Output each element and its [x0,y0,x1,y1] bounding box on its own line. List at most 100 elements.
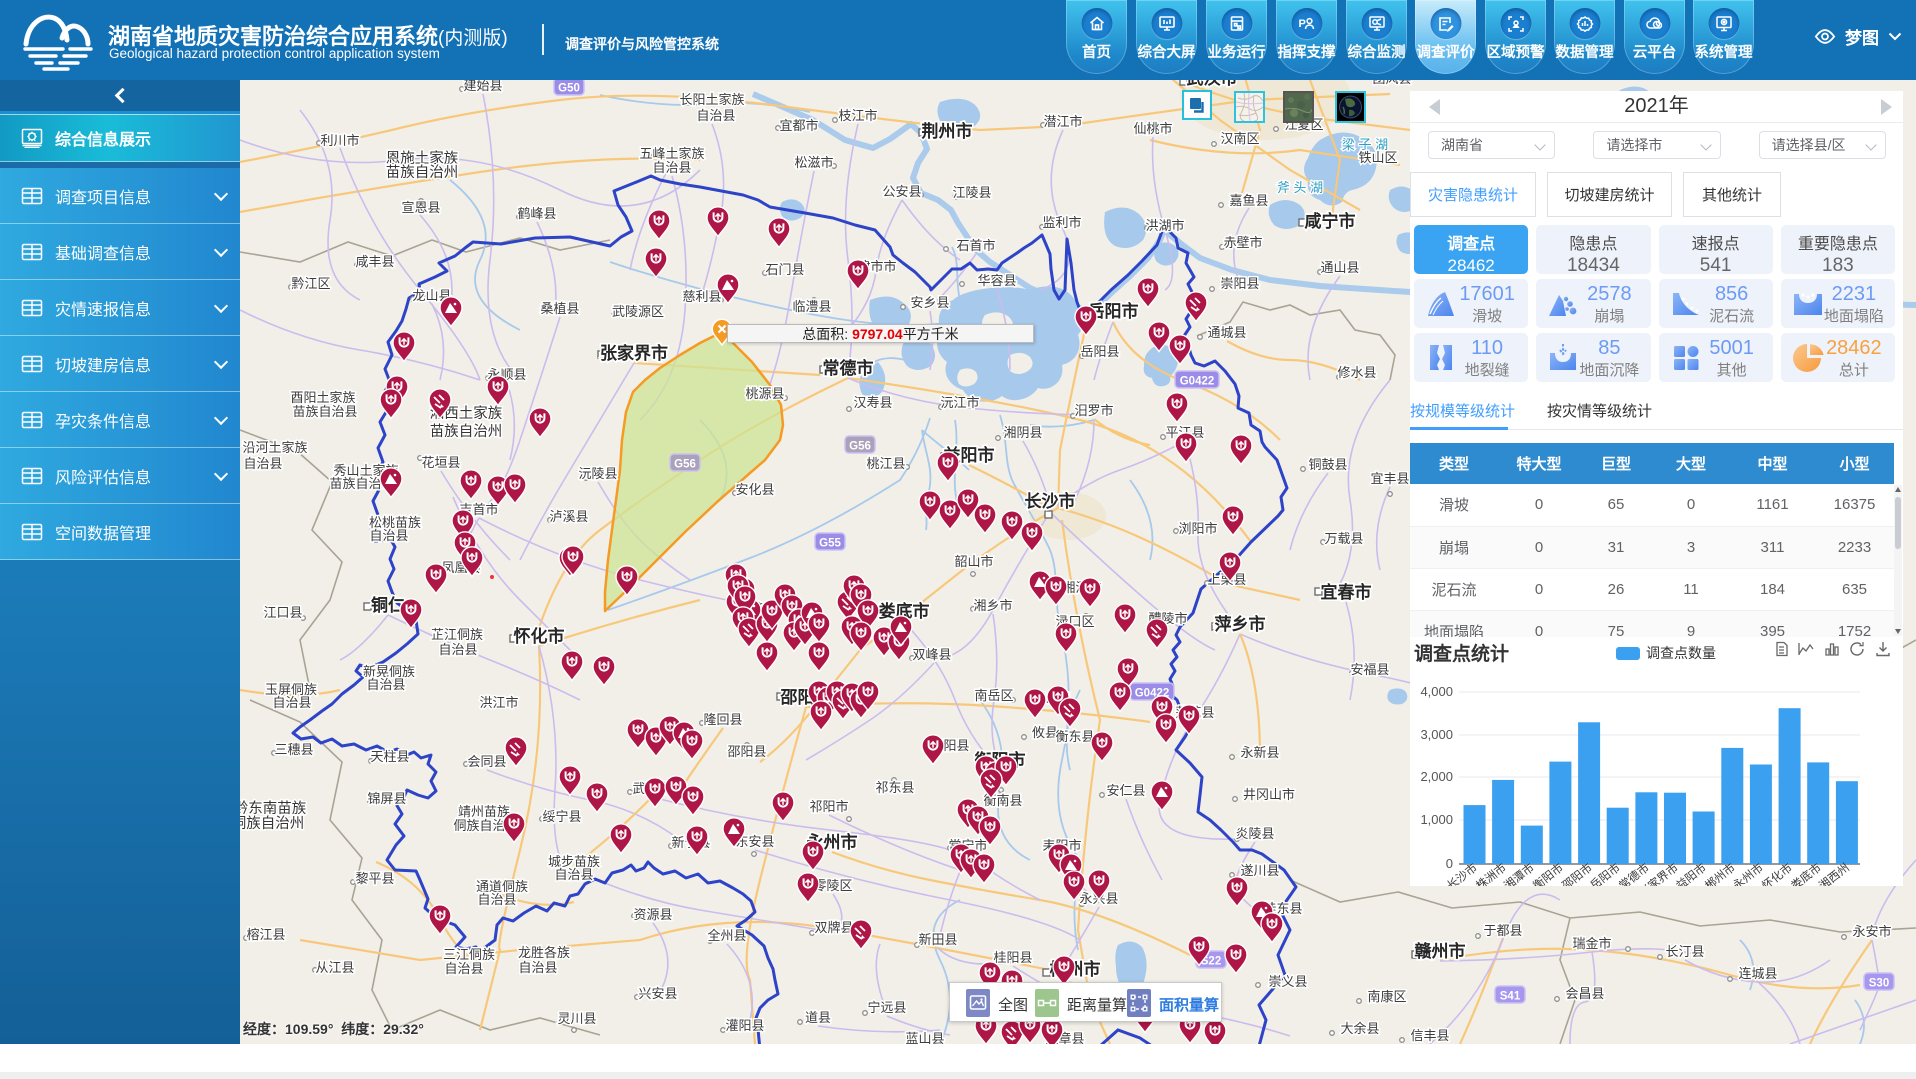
svg-text:常德市: 常德市 [823,358,874,378]
svg-text:炎陵县: 炎陵县 [1235,826,1274,841]
svg-text:沅陵县: 沅陵县 [578,466,617,481]
svg-text:2,000: 2,000 [1420,769,1453,784]
svg-text:道县: 道县 [805,1010,831,1025]
svg-text:泸溪县: 泸溪县 [549,509,588,524]
svg-text:S30: S30 [1869,978,1889,990]
svg-text:从江县: 从江县 [315,960,354,975]
svg-text:怀化市: 怀化市 [514,626,565,646]
svg-text:会同县: 会同县 [467,754,506,769]
svg-text:洪湖市: 洪湖市 [1145,218,1184,233]
svg-text:荆州市: 荆州市 [922,121,973,141]
svg-text:1,000: 1,000 [1420,812,1453,827]
svg-text:岳阳县: 岳阳县 [1080,344,1119,359]
svg-text:G56: G56 [849,441,871,453]
svg-text:洪江市: 洪江市 [479,695,518,710]
svg-text:潜江市: 潜江市 [1043,114,1082,129]
svg-text:永新县: 永新县 [1240,745,1279,760]
svg-text:武汉市: 武汉市 [1187,80,1238,88]
svg-text:兴安县: 兴安县 [638,986,677,1001]
svg-text:攸县: 攸县 [1032,725,1058,740]
svg-text:苗族自治州: 苗族自治州 [430,423,503,440]
svg-text:汉寿县: 汉寿县 [853,395,892,410]
svg-text:G0422: G0422 [1180,376,1215,388]
svg-text:桑植县: 桑植县 [540,301,579,316]
svg-text:井冈山市: 井冈山市 [1243,787,1295,802]
svg-text:安乡县: 安乡县 [910,295,949,310]
svg-text:自治县: 自治县 [554,867,593,882]
svg-text:仙桃市: 仙桃市 [1133,121,1172,136]
svg-text:自治县: 自治县 [652,160,691,175]
svg-text:新田县: 新田县 [918,932,957,947]
svg-text:三穗县: 三穗县 [274,742,313,757]
svg-text:桃源县: 桃源县 [745,386,784,401]
svg-text:于都县: 于都县 [1483,923,1522,938]
svg-text:铁山区: 铁山区 [1358,150,1397,165]
svg-text:松滋市: 松滋市 [794,155,833,170]
svg-text:灵川县: 灵川县 [557,1011,596,1026]
svg-text:铜鼓县: 铜鼓县 [1308,457,1347,472]
svg-text:衡东县: 衡东县 [1055,729,1094,744]
svg-text:自治县: 自治县 [477,892,516,907]
svg-text:自治县: 自治县 [369,528,408,543]
svg-text:黔江区: 黔江区 [291,276,330,291]
svg-text:会昌县: 会昌县 [1565,986,1604,1001]
svg-text:监利市: 监利市 [1042,215,1081,230]
svg-text:韶山市: 韶山市 [954,554,993,569]
svg-text:宜丰县: 宜丰县 [1370,471,1409,486]
svg-text:花垣县: 花垣县 [421,455,460,470]
svg-text:隆回县: 隆回县 [703,712,742,727]
svg-text:万载县: 万载县 [1324,531,1363,546]
svg-text:天柱县: 天柱县 [370,749,409,764]
svg-text:4,000: 4,000 [1420,684,1453,699]
svg-text:咸丰县: 咸丰县 [355,254,394,269]
svg-text:双峰县: 双峰县 [912,647,951,662]
svg-text:自治县: 自治县 [243,456,282,471]
svg-text:通山县: 通山县 [1320,260,1359,275]
svg-text:汉南区: 汉南区 [1220,131,1259,146]
svg-text:安仁县: 安仁县 [1106,783,1145,798]
svg-text:灌阳县: 灌阳县 [725,1018,764,1033]
svg-text:斧 头 湖: 斧 头 湖 [1277,180,1323,195]
svg-text:连城县: 连城县 [1738,966,1777,981]
svg-text:信丰县: 信丰县 [1410,1028,1449,1043]
svg-text:张家界市: 张家界市 [600,343,668,363]
svg-text:P: P [1298,18,1305,30]
svg-text:龙胜各族: 龙胜各族 [518,945,570,960]
svg-text:长汀县: 长汀县 [1665,944,1704,959]
svg-text:桃江县: 桃江县 [866,456,905,471]
svg-text:侗族自治州: 侗族自治州 [240,815,304,832]
svg-text:榕江县: 榕江县 [246,927,285,942]
svg-text:江陵县: 江陵县 [952,185,991,200]
svg-text:安化县: 安化县 [735,482,774,497]
svg-text:全州县: 全州县 [707,928,746,943]
svg-text:大余县: 大余县 [1340,1021,1379,1036]
svg-text:嘉鱼县: 嘉鱼县 [1229,193,1268,208]
svg-text:崇阳县: 崇阳县 [1220,276,1259,291]
svg-text:慈利县: 慈利县 [682,289,721,304]
svg-text:沿河土家族: 沿河土家族 [242,440,307,455]
svg-text:宜春市: 宜春市 [1321,582,1372,602]
svg-text:自治县: 自治县 [438,642,477,657]
svg-text:三江侗族: 三江侗族 [443,947,495,962]
svg-text:祁东县: 祁东县 [875,780,914,795]
svg-text:石首市: 石首市 [956,238,995,253]
svg-text:沅江市: 沅江市 [940,395,979,410]
svg-text:宣恩县: 宣恩县 [401,200,440,215]
svg-text:酉阳土家族: 酉阳土家族 [290,390,355,405]
svg-text:宁远县: 宁远县 [867,1000,906,1015]
svg-text:南康区: 南康区 [1367,989,1406,1004]
svg-text:3,000: 3,000 [1420,727,1453,742]
svg-text:永安市: 永安市 [1852,924,1891,939]
svg-text:自治县: 自治县 [696,108,735,123]
svg-text:江口县: 江口县 [263,605,302,620]
svg-text:通城县: 通城县 [1207,325,1246,340]
svg-text:团风县: 团风县 [1372,80,1411,86]
svg-text:遂川县: 遂川县 [1240,863,1279,878]
svg-text:公安县: 公安县 [882,184,921,199]
svg-text:湘阴县: 湘阴县 [1003,425,1042,440]
svg-text:自治县: 自治县 [366,677,405,692]
svg-text:自治县: 自治县 [444,961,483,976]
svg-text:0: 0 [1446,856,1453,871]
svg-text:绥宁县: 绥宁县 [542,809,581,824]
svg-text:南岳区: 南岳区 [974,688,1013,703]
